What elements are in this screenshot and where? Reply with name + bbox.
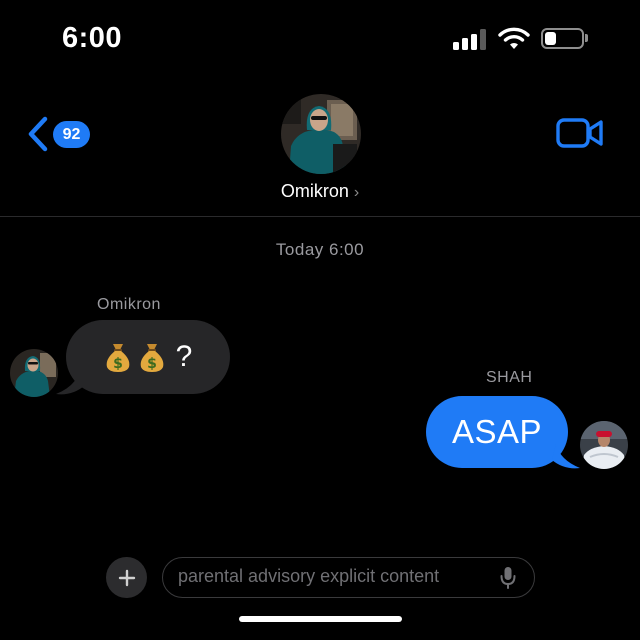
incoming-avatar[interactable]	[10, 349, 58, 397]
unread-count-badge[interactable]: 92	[53, 121, 90, 148]
question-mark: ?	[175, 340, 193, 373]
cellular-signal-icon	[453, 28, 487, 50]
status-time: 6:00	[62, 22, 123, 54]
svg-text:$: $	[147, 356, 157, 372]
money-bag-icon: $	[140, 344, 163, 372]
chevron-right-icon: ›	[353, 184, 360, 201]
contact-avatar[interactable]	[281, 94, 361, 174]
outgoing-message-text: ASAP	[451, 413, 543, 450]
incoming-sender-name: Omikron	[97, 296, 161, 313]
incoming-message-content: $ $ 💰💰? ?	[66, 320, 230, 394]
chevron-left-icon[interactable]	[26, 116, 50, 152]
header-divider	[0, 216, 640, 217]
battery-cap	[585, 34, 588, 42]
outgoing-sender-name: SHAH	[486, 369, 533, 386]
contact-name: Omikron	[280, 181, 349, 201]
outgoing-avatar[interactable]	[580, 421, 628, 469]
money-bag-icon: $	[106, 344, 129, 372]
plus-icon	[118, 569, 135, 586]
battery-icon	[541, 28, 584, 49]
svg-text:$: $	[113, 356, 123, 372]
wifi-icon	[498, 27, 530, 49]
microphone-icon[interactable]	[500, 566, 516, 590]
message-input-placeholder: parental advisory explicit content	[178, 566, 440, 586]
home-indicator	[239, 616, 402, 622]
conversation-timestamp: Today 6:00	[275, 240, 365, 259]
contact-name-button[interactable]: Omikron ›	[220, 181, 420, 202]
plus-button[interactable]	[106, 557, 147, 598]
video-camera-icon[interactable]	[556, 117, 604, 149]
